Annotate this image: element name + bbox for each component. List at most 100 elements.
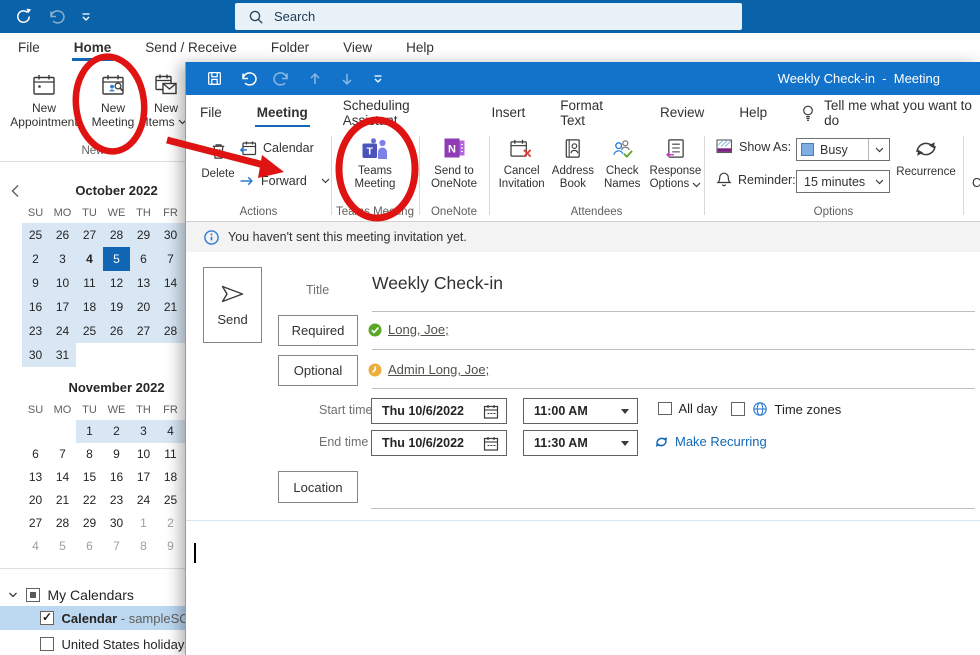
tree-chevron-icon[interactable] <box>8 590 18 600</box>
send-button[interactable]: Send <box>203 267 262 343</box>
delete-button[interactable]: Delete <box>196 133 240 181</box>
tab-help[interactable]: Help <box>737 95 769 130</box>
customize-quick-access-icon[interactable] <box>371 72 385 86</box>
title-field[interactable]: Weekly Check-in <box>372 273 503 294</box>
date-cell[interactable]: 16 <box>22 295 49 319</box>
date-cell[interactable]: 18 <box>76 295 103 319</box>
date-cell[interactable]: 1 <box>76 420 103 443</box>
undo-icon[interactable] <box>47 8 65 26</box>
date-cell[interactable]: 27 <box>130 319 157 343</box>
tab-view[interactable]: View <box>341 33 374 62</box>
calendar-button[interactable]: Calendar <box>239 140 314 156</box>
date-cell[interactable]: 16 <box>103 466 130 489</box>
holidays-list-item[interactable]: United States holidays <box>0 632 196 655</box>
time-zones-checkbox-box[interactable] <box>731 402 745 416</box>
date-cell[interactable]: 18 <box>157 466 184 489</box>
date-cell[interactable]: 27 <box>22 512 49 535</box>
date-cell[interactable]: 19 <box>103 295 130 319</box>
save-icon[interactable] <box>206 70 223 87</box>
date-cell[interactable]: 25 <box>157 489 184 512</box>
date-cell[interactable]: 28 <box>103 223 130 247</box>
tab-help[interactable]: Help <box>404 33 436 62</box>
date-cell[interactable]: 8 <box>76 443 103 466</box>
my-calendars-header[interactable]: My Calendars <box>0 584 196 606</box>
start-date-picker[interactable]: Thu 10/6/2022 <box>371 398 507 424</box>
all-day-checkbox-box[interactable] <box>658 402 672 416</box>
date-cell[interactable]: 7 <box>157 247 184 271</box>
date-cell[interactable]: 3 <box>130 420 157 443</box>
categorize-button-clipped[interactable]: C <box>972 176 980 190</box>
date-cell[interactable]: 9 <box>22 271 49 295</box>
all-day-checkbox[interactable]: All day <box>658 401 718 416</box>
reminder-dropdown[interactable]: 15 minutes <box>796 170 890 193</box>
recurrence-button[interactable]: Recurrence <box>890 131 962 179</box>
date-cell[interactable]: 9 <box>157 535 184 558</box>
date-cell[interactable]: 20 <box>22 489 49 512</box>
tab-format-text[interactable]: Format Text <box>558 95 627 130</box>
date-cell[interactable]: 25 <box>76 319 103 343</box>
date-cell[interactable]: 29 <box>130 223 157 247</box>
tab-file[interactable]: File <box>198 95 224 130</box>
undo-icon[interactable] <box>239 70 257 88</box>
date-cell[interactable]: 23 <box>103 489 130 512</box>
tab-meeting[interactable]: Meeting <box>255 95 310 130</box>
date-cell[interactable]: 13 <box>22 466 49 489</box>
date-cell[interactable]: 29 <box>76 512 103 535</box>
customize-quick-access-icon[interactable] <box>79 10 93 24</box>
send-to-onenote-button[interactable]: N Send toOneNote <box>426 130 482 191</box>
date-cell[interactable]: 4 <box>157 420 184 443</box>
calendar-checkbox[interactable] <box>40 611 54 625</box>
move-up-icon[interactable] <box>307 71 323 87</box>
cancel-invitation-button[interactable]: CancelInvitation <box>497 130 546 191</box>
meeting-body-editor[interactable] <box>186 521 980 655</box>
date-cell[interactable]: 17 <box>49 295 76 319</box>
date-cell[interactable]: 30 <box>22 343 49 367</box>
date-cell[interactable]: 10 <box>49 271 76 295</box>
show-as-dropdown[interactable]: Busy <box>796 138 890 161</box>
tab-send-receive[interactable]: Send / Receive <box>143 33 239 62</box>
required-attendee[interactable]: Long, Joe; <box>368 322 449 337</box>
holidays-checkbox[interactable] <box>40 637 54 651</box>
date-cell[interactable]: 28 <box>157 319 184 343</box>
date-cell[interactable]: 25 <box>22 223 49 247</box>
date-cell[interactable]: 6 <box>130 247 157 271</box>
date-cell[interactable]: 2 <box>22 247 49 271</box>
tab-review[interactable]: Review <box>658 95 706 130</box>
date-cell[interactable]: 26 <box>103 319 130 343</box>
end-time-dropdown[interactable]: 11:30 AM <box>523 430 638 456</box>
tab-file[interactable]: File <box>16 33 42 62</box>
end-date-picker[interactable]: Thu 10/6/2022 <box>371 430 507 456</box>
date-cell[interactable]: 30 <box>157 223 184 247</box>
tab-folder[interactable]: Folder <box>269 33 311 62</box>
date-cell[interactable]: 20 <box>130 295 157 319</box>
date-cell[interactable]: 6 <box>22 443 49 466</box>
date-cell[interactable]: 2 <box>103 420 130 443</box>
date-cell[interactable]: 8 <box>130 535 157 558</box>
previous-month-icon[interactable] <box>10 184 20 198</box>
tab-scheduling-assistant[interactable]: Scheduling Assistant <box>341 95 459 130</box>
date-cell[interactable]: 15 <box>76 466 103 489</box>
date-cell[interactable]: 1 <box>130 512 157 535</box>
tab-insert[interactable]: Insert <box>489 95 527 130</box>
address-book-button[interactable]: AddressBook <box>548 130 597 191</box>
date-cell[interactable]: 5 <box>49 535 76 558</box>
date-cell[interactable]: 4 <box>76 247 103 271</box>
date-cell[interactable]: 27 <box>76 223 103 247</box>
date-cell[interactable]: 2 <box>157 512 184 535</box>
tab-home[interactable]: Home <box>72 33 114 62</box>
optional-attendee[interactable]: Admin Long, Joe; <box>368 362 489 377</box>
check-names-button[interactable]: CheckNames <box>600 130 645 191</box>
tell-me-search[interactable]: Tell me what you want to do <box>800 98 974 128</box>
required-button[interactable]: Required <box>278 315 358 346</box>
teams-meeting-button[interactable]: T TeamsMeeting <box>344 130 406 191</box>
date-cell[interactable]: 12 <box>103 271 130 295</box>
date-cell[interactable]: 31 <box>49 343 76 367</box>
date-cell[interactable]: 21 <box>157 295 184 319</box>
optional-button[interactable]: Optional <box>278 355 358 386</box>
sync-icon[interactable] <box>14 7 33 26</box>
date-cell[interactable]: 13 <box>130 271 157 295</box>
new-appointment-button[interactable]: NewAppointment <box>2 62 86 129</box>
calendar-list-item[interactable]: Calendar - sampleSOM.. <box>0 606 185 630</box>
search-input[interactable]: Search <box>235 3 742 30</box>
date-cell[interactable]: 22 <box>76 489 103 512</box>
